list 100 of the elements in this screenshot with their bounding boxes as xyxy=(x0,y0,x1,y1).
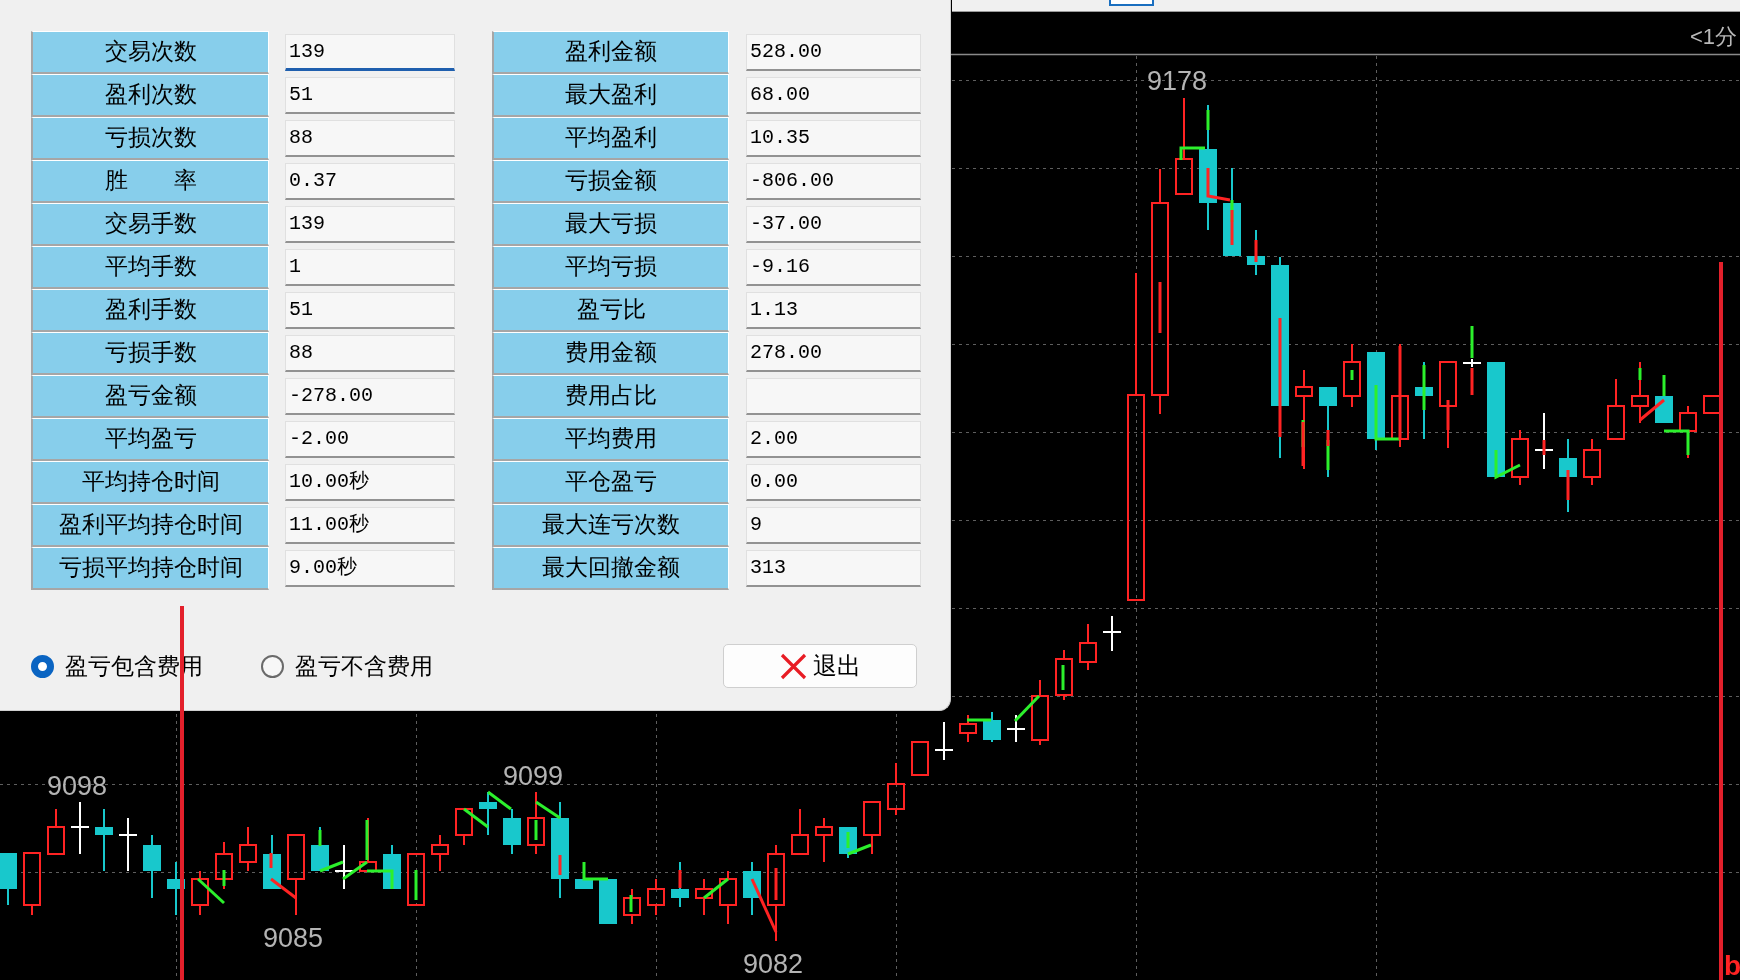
trade-line xyxy=(558,855,562,875)
trade-line xyxy=(1639,398,1665,422)
value-field[interactable]: 88 xyxy=(285,335,455,372)
fee-option-radio[interactable]: 盈亏不含费用 xyxy=(261,648,433,684)
stat-label: 平均亏损 xyxy=(492,246,729,289)
period-label: <1分 xyxy=(1689,24,1737,49)
up-candle xyxy=(1607,378,1625,440)
up-candle xyxy=(623,888,641,925)
value-field[interactable]: 2.00 xyxy=(746,421,921,458)
down-candle xyxy=(575,879,593,889)
trade-line xyxy=(487,790,512,811)
down-candle xyxy=(503,808,521,855)
stat-label: 亏损手数 xyxy=(31,332,269,375)
up-candle xyxy=(407,853,425,906)
stat-label: 平仓盈亏 xyxy=(492,461,729,504)
value-field[interactable]: 139 xyxy=(285,206,455,243)
price-label: 9082 xyxy=(743,949,804,979)
value-field[interactable]: 278.00 xyxy=(746,335,921,372)
stat-label: 平均持仓时间 xyxy=(31,461,269,504)
down-candle xyxy=(1247,229,1265,276)
down-candle xyxy=(599,879,617,924)
value-field[interactable]: 10.35 xyxy=(746,120,921,157)
value-field[interactable]: 9.00秒 xyxy=(285,550,455,587)
value-field[interactable]: -806.00 xyxy=(746,163,921,200)
doji-candle xyxy=(334,844,354,890)
trade-line xyxy=(703,877,729,900)
value-field[interactable]: 10.00秒 xyxy=(285,464,455,501)
up-candle xyxy=(1079,623,1097,671)
stat-label: 费用金额 xyxy=(492,332,729,375)
price-label: 9098 xyxy=(47,771,108,801)
value-field[interactable]: -37.00 xyxy=(746,206,921,243)
down-candle xyxy=(671,861,689,908)
stat-label: 盈亏比 xyxy=(492,289,729,332)
close-icon xyxy=(779,652,807,680)
trade-line xyxy=(1158,282,1162,333)
marker-label: b xyxy=(1724,950,1740,980)
value-field[interactable]: -9.16 xyxy=(746,249,921,286)
trade-line xyxy=(1494,450,1521,480)
up-candle xyxy=(1631,361,1649,424)
trade-line xyxy=(1662,375,1666,396)
value-field[interactable]: 88 xyxy=(285,120,455,157)
stat-label: 平均费用 xyxy=(492,418,729,461)
value-field[interactable]: 528.00 xyxy=(746,34,921,71)
toolbar-button[interactable] xyxy=(1109,0,1154,6)
value-field[interactable]: -278.00 xyxy=(285,378,455,415)
stat-label: 交易次数 xyxy=(31,31,269,74)
trade-line xyxy=(629,895,633,912)
exit-button[interactable]: 退出 xyxy=(723,644,917,688)
value-field[interactable]: 1.13 xyxy=(746,292,921,329)
trade-line xyxy=(1179,146,1205,160)
down-candle xyxy=(1655,396,1673,423)
trade-line xyxy=(1350,370,1354,380)
trade-line xyxy=(270,877,297,900)
trade-line xyxy=(1061,665,1065,690)
value-field[interactable]: 9 xyxy=(746,507,921,544)
stat-label: 平均盈亏 xyxy=(31,418,269,461)
doji-candle xyxy=(1102,615,1122,652)
trade-line xyxy=(1664,429,1690,455)
trade-line xyxy=(1013,694,1041,723)
down-candle xyxy=(95,808,113,872)
up-candle xyxy=(1511,429,1529,486)
stat-label: 亏损次数 xyxy=(31,117,269,160)
down-candle xyxy=(983,711,1001,743)
value-field[interactable]: 139 xyxy=(285,34,455,71)
trade-line xyxy=(1422,365,1426,410)
value-field[interactable]: 313 xyxy=(746,550,921,587)
up-candle xyxy=(959,714,977,743)
value-field[interactable]: 51 xyxy=(285,292,455,329)
up-candle xyxy=(647,878,665,916)
trade-line xyxy=(318,830,322,846)
up-candle xyxy=(455,808,473,846)
value-field[interactable]: 68.00 xyxy=(746,77,921,114)
value-field[interactable]: 0.00 xyxy=(746,464,921,501)
down-candle xyxy=(143,834,161,899)
doji-candle xyxy=(1462,358,1482,368)
down-candle xyxy=(743,861,761,916)
trade-line xyxy=(414,870,418,900)
stat-label: 亏损平均持仓时间 xyxy=(31,547,269,590)
stat-label: 最大回撤金额 xyxy=(492,547,729,590)
up-candle xyxy=(719,870,737,925)
value-field[interactable]: 11.00秒 xyxy=(285,507,455,544)
trade-line xyxy=(269,853,273,868)
stat-label: 亏损金额 xyxy=(492,160,729,203)
price-label: 9178 xyxy=(1147,66,1208,96)
trade-line xyxy=(1542,440,1546,455)
up-candle xyxy=(215,841,233,890)
up-candle xyxy=(815,817,833,863)
trade-line xyxy=(1254,240,1258,262)
trade-line xyxy=(1446,400,1450,430)
value-field[interactable]: 1 xyxy=(285,249,455,286)
stat-label: 平均手数 xyxy=(31,246,269,289)
stat-label: 最大盈利 xyxy=(492,74,729,117)
value-field[interactable]: 0.37 xyxy=(285,163,455,200)
up-candle xyxy=(1055,649,1073,701)
up-candle xyxy=(191,870,209,916)
up-candle xyxy=(791,808,809,855)
value-field[interactable]: -2.00 xyxy=(285,421,455,458)
up-candle xyxy=(527,791,545,855)
value-field[interactable]: 51 xyxy=(285,77,455,114)
value-field[interactable] xyxy=(746,378,921,415)
